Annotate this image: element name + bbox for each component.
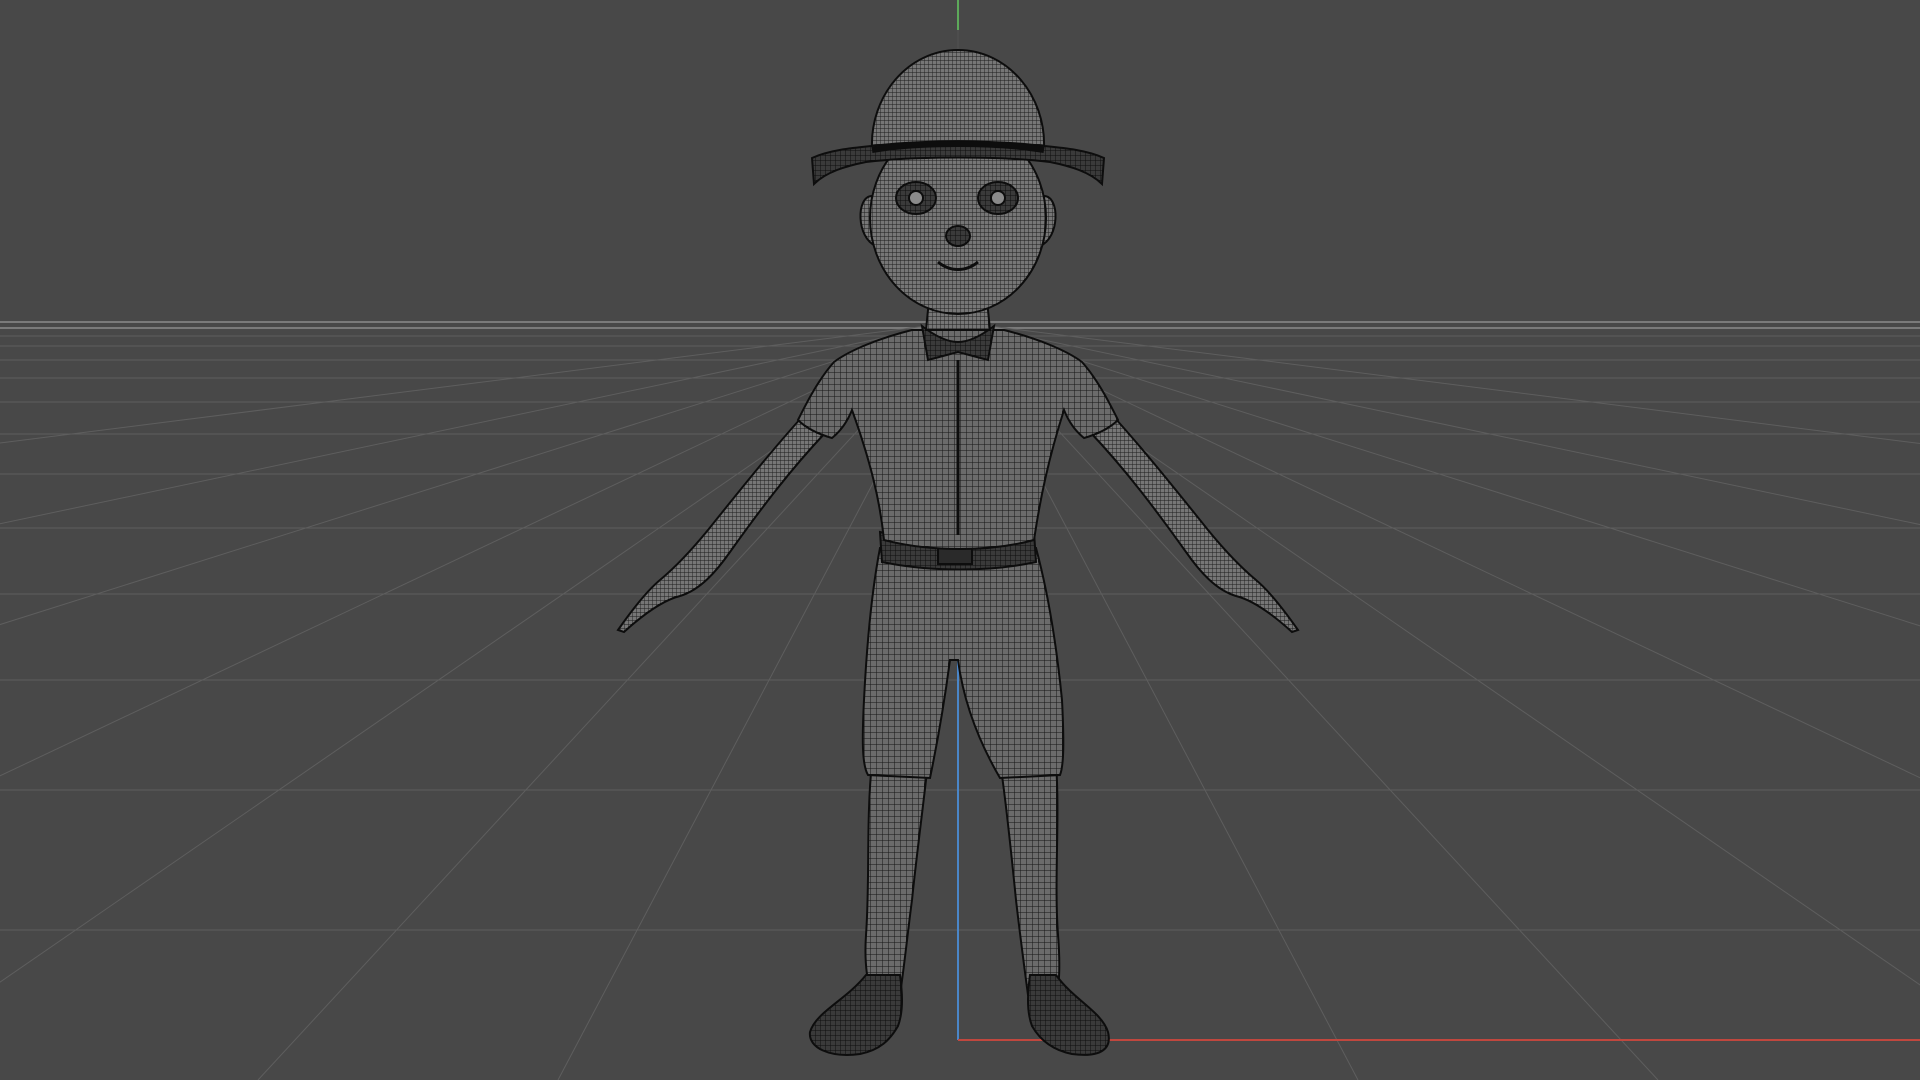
eye-right-pupil (990, 190, 1006, 206)
nose (945, 225, 971, 247)
viewport-canvas[interactable] (0, 0, 1920, 1080)
belt-buckle (937, 547, 973, 565)
eye-left-pupil (908, 190, 924, 206)
3d-viewport[interactable] (0, 0, 1920, 1080)
